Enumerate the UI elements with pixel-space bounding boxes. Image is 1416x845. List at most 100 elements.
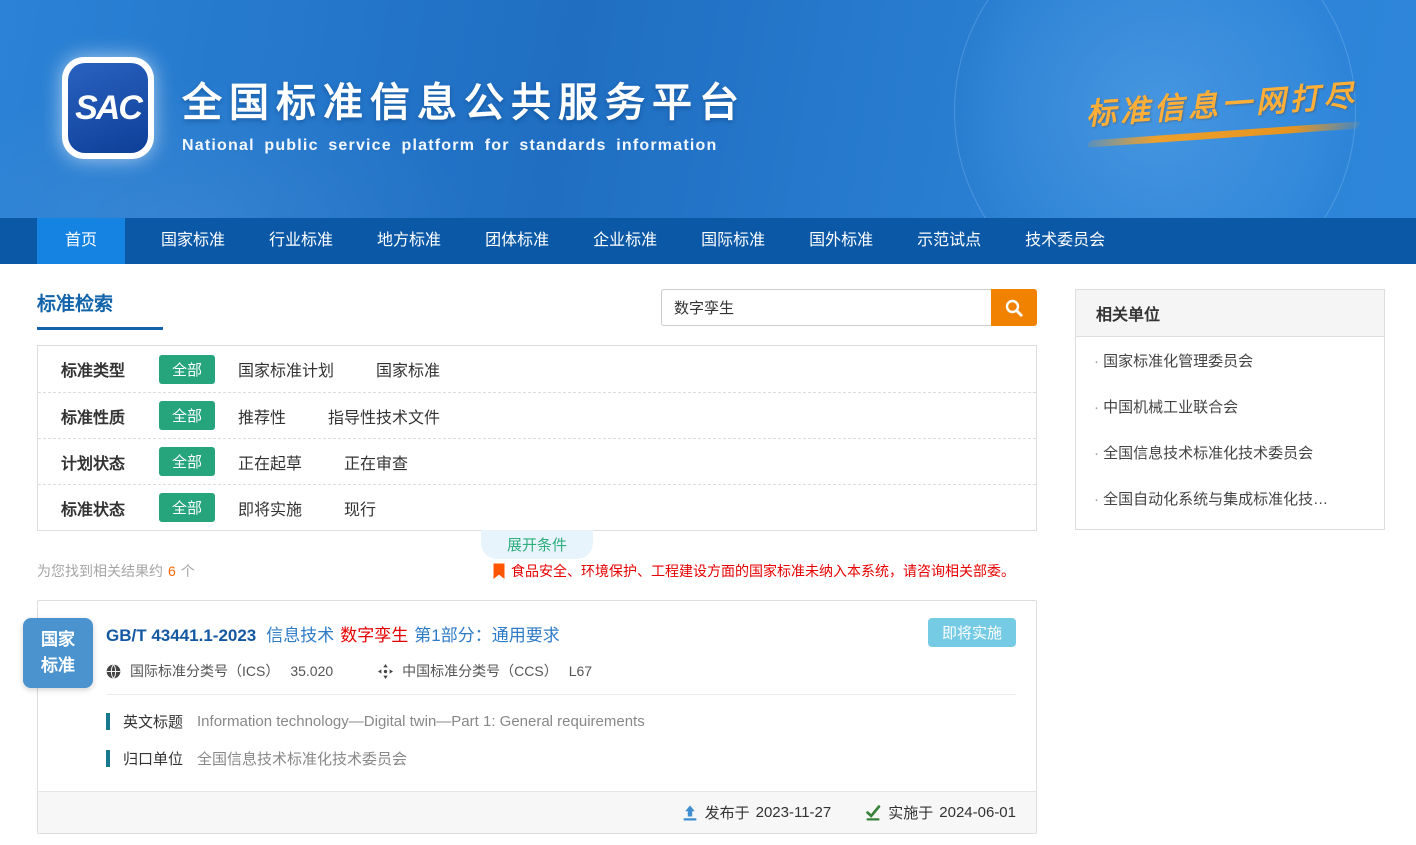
filter-option[interactable]: 国家标准计划 — [238, 357, 334, 381]
filter-all-badge[interactable]: 全部 — [159, 493, 215, 522]
nav-tab-technical-committee[interactable]: 技术委员会 — [1025, 218, 1105, 264]
sac-logo-tile: SAC — [68, 63, 148, 153]
sidebar-item-automation-committee[interactable]: 全国自动化系统与集成标准化技… — [1076, 475, 1384, 521]
search-box — [661, 289, 1037, 326]
publish-date-value: 2023-11-27 — [756, 804, 832, 821]
filter-label: 计划状态 — [61, 450, 159, 474]
page-title: 标准检索 — [37, 289, 163, 330]
standard-code: GB/T 43441.1-2023 — [106, 626, 256, 645]
ccs-classification: 中国标准分类号（CCS） L67 — [378, 661, 592, 681]
filter-label: 标准状态 — [61, 496, 159, 520]
sidebar-item-machinery-federation[interactable]: 中国机械工业联合会 — [1076, 383, 1384, 429]
ics-classification: 国际标准分类号（ICS） 35.020 — [106, 661, 333, 681]
nav-tab-enterprise-standards[interactable]: 企业标准 — [593, 218, 657, 264]
sidebar-column: 相关单位 国家标准化管理委员会 中国机械工业联合会 全国信息技术标准化技术委员会… — [1075, 289, 1385, 834]
card-meta-row: 国际标准分类号（ICS） 35.020 中国标准分类号（CCS） L67 — [106, 661, 1016, 681]
row-accent-bar — [106, 750, 110, 767]
standard-title-part2: 第1部分：通用要求 — [414, 626, 559, 645]
filter-row-standard-nature: 标准性质 全部 推荐性 指导性技术文件 — [38, 392, 1036, 438]
filter-label: 标准类型 — [61, 357, 159, 381]
publish-date-group: 发布于 2023-11-27 — [682, 802, 832, 823]
main-nav: 首页 国家标准 行业标准 地方标准 团体标准 企业标准 国际标准 国外标准 示范… — [0, 218, 1416, 264]
result-count: 为您找到相关结果约 6个 — [37, 561, 195, 581]
card-divider — [106, 694, 1016, 695]
site-header: SAC 全国标准信息公共服务平台 National public service… — [0, 0, 1416, 218]
nav-tab-local-standards[interactable]: 地方标准 — [377, 218, 441, 264]
card-footer: 发布于 2023-11-27 实施于 2024-06-01 — [38, 791, 1036, 833]
sac-logo[interactable]: SAC — [62, 57, 154, 159]
nav-tab-home[interactable]: 首页 — [37, 218, 125, 264]
implement-date-group: 实施于 2024-06-01 — [865, 802, 1016, 823]
nav-tab-foreign-standards[interactable]: 国外标准 — [809, 218, 873, 264]
filter-option[interactable]: 推荐性 — [238, 404, 286, 428]
filter-row-standard-status: 标准状态 全部 即将实施 现行 — [38, 484, 1036, 530]
nav-tab-pilot[interactable]: 示范试点 — [917, 218, 981, 264]
related-units-title: 相关单位 — [1076, 290, 1384, 337]
filter-panel: 标准类型 全部 国家标准计划 国家标准 标准性质 全部 推荐性 指导性技术文件 … — [37, 345, 1037, 531]
english-title-value: Information technology—Digital twin—Part… — [197, 713, 645, 730]
english-title-row: 英文标题 Information technology—Digital twin… — [106, 711, 1016, 732]
globe-icon — [106, 664, 121, 679]
expand-conditions-button[interactable]: 展开条件 — [481, 530, 593, 559]
standard-result-card: 国家标准 GB/T 43441.1-2023信息技术数字孪生第1部分：通用要求 … — [37, 600, 1037, 834]
filter-row-standard-type: 标准类型 全部 国家标准计划 国家标准 — [38, 346, 1036, 392]
row-accent-bar — [106, 713, 110, 730]
filter-option[interactable]: 即将实施 — [238, 496, 302, 520]
compass-icon — [378, 664, 393, 679]
result-count-suffix: 个 — [181, 563, 195, 579]
related-units-panel: 相关单位 国家标准化管理委员会 中国机械工业联合会 全国信息技术标准化技术委员会… — [1075, 289, 1385, 530]
ics-label: 国际标准分类号（ICS） — [130, 661, 279, 681]
search-section: 标准检索 — [37, 289, 1037, 345]
filter-row-plan-status: 计划状态 全部 正在起草 正在审查 — [38, 438, 1036, 484]
sidebar-item-sac[interactable]: 国家标准化管理委员会 — [1076, 337, 1384, 383]
publish-date-label: 发布于 — [705, 802, 750, 823]
search-input[interactable] — [661, 289, 991, 326]
standard-type-badge-text: 国家标准 — [39, 627, 77, 680]
standard-title-highlight: 数字孪生 — [340, 626, 408, 645]
standard-title-part1: 信息技术 — [266, 626, 334, 645]
search-icon — [1004, 298, 1024, 318]
filter-option[interactable]: 现行 — [344, 496, 376, 520]
standard-title-link[interactable]: GB/T 43441.1-2023 信息技术数字孪生第1部分：通用要求 — [106, 621, 1016, 646]
site-title-block: 全国标准信息公共服务平台 National public service pla… — [182, 70, 746, 155]
committee-row: 归口单位 全国信息技术标准化技术委员会 — [106, 748, 1016, 769]
bookmark-icon — [493, 563, 505, 580]
filter-all-badge[interactable]: 全部 — [159, 447, 215, 476]
nav-tab-group-standards[interactable]: 团体标准 — [485, 218, 549, 264]
result-info-row: 为您找到相关结果约 6个 食品安全、环境保护、工程建设方面的国家标准未纳入本系统，… — [37, 561, 1037, 581]
ccs-label: 中国标准分类号（CCS） — [402, 661, 558, 681]
header-slogan-block: 标准信息一网打尽 — [1084, 71, 1359, 148]
english-title-label: 英文标题 — [123, 711, 183, 732]
result-count-number: 6 — [168, 563, 176, 579]
ccs-value: L67 — [569, 663, 592, 679]
filter-label: 标准性质 — [61, 404, 159, 428]
filter-option[interactable]: 指导性技术文件 — [328, 404, 440, 428]
notice-text: 食品安全、环境保护、工程建设方面的国家标准未纳入本系统，请咨询相关部委。 — [511, 561, 1015, 581]
implement-date-label: 实施于 — [888, 802, 933, 823]
nav-tab-international-standards[interactable]: 国际标准 — [701, 218, 765, 264]
card-header: GB/T 43441.1-2023信息技术数字孪生第1部分：通用要求 即将实施 … — [38, 601, 1036, 681]
result-count-prefix: 为您找到相关结果约 — [37, 563, 163, 579]
filter-all-badge[interactable]: 全部 — [159, 401, 215, 430]
filter-option[interactable]: 国家标准 — [376, 357, 440, 381]
implement-date-value: 2024-06-01 — [939, 804, 1016, 821]
committee-label: 归口单位 — [123, 748, 183, 769]
content-area: 标准检索 标准类型 全部 国家标准计划 国家标准 — [0, 264, 1416, 834]
site-subtitle: National public service platform for sta… — [182, 137, 746, 155]
sidebar-item-it-standardization-committee[interactable]: 全国信息技术标准化技术委员会 — [1076, 429, 1384, 475]
nav-tab-national-standards[interactable]: 国家标准 — [161, 218, 225, 264]
filter-option[interactable]: 正在起草 — [238, 450, 302, 474]
sac-logo-text: SAC — [75, 89, 141, 128]
standard-type-badge: 国家标准 — [23, 618, 93, 688]
main-column: 标准检索 标准类型 全部 国家标准计划 国家标准 — [37, 289, 1037, 834]
implement-check-icon — [865, 805, 881, 821]
search-button[interactable] — [991, 289, 1037, 326]
committee-value: 全国信息技术标准化技术委员会 — [197, 748, 407, 769]
filter-all-badge[interactable]: 全部 — [159, 355, 215, 384]
site-title: 全国标准信息公共服务平台 — [182, 70, 746, 128]
filter-option[interactable]: 正在审查 — [344, 450, 408, 474]
publish-icon — [682, 805, 698, 821]
system-notice: 食品安全、环境保护、工程建设方面的国家标准未纳入本系统，请咨询相关部委。 — [493, 561, 1015, 581]
ics-value: 35.020 — [290, 663, 333, 679]
nav-tab-industry-standards[interactable]: 行业标准 — [269, 218, 333, 264]
